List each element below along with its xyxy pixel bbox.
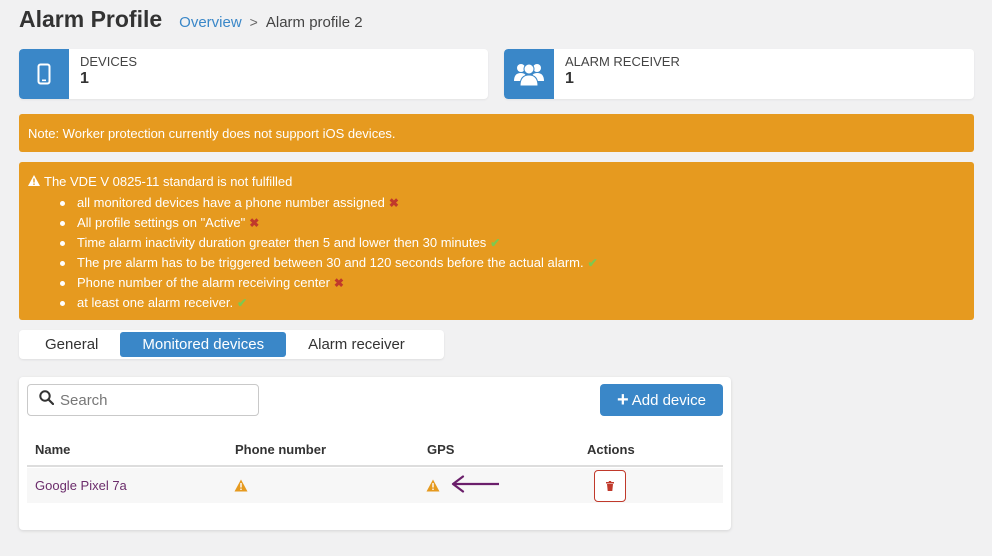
smartphone-icon bbox=[19, 49, 69, 99]
devices-stat-value: 1 bbox=[80, 70, 89, 87]
table-header: Name Phone number GPS Actions bbox=[27, 437, 723, 467]
fail-mark-icon: ✖ bbox=[333, 276, 344, 290]
requirement-item: Phone number of the alarm receiving cent… bbox=[54, 273, 965, 293]
warning-title: The VDE V 0825-11 standard is not fulfil… bbox=[44, 173, 293, 189]
column-header-gps[interactable]: GPS bbox=[427, 442, 454, 457]
breadcrumb-separator: > bbox=[249, 14, 258, 30]
requirement-list: all monitored devices have a phone numbe… bbox=[54, 193, 965, 313]
profile-tabs: General Monitored devices Alarm receiver bbox=[19, 330, 444, 359]
delete-device-button[interactable] bbox=[594, 470, 626, 502]
tab-monitored-devices[interactable]: Monitored devices bbox=[120, 332, 287, 357]
check-mark-icon: ✔ bbox=[237, 296, 248, 310]
column-header-actions: Actions bbox=[587, 442, 635, 457]
page-header: Alarm Profile Overview > Alarm profile 2 bbox=[19, 6, 363, 33]
table-row: Google Pixel 7a bbox=[27, 468, 723, 503]
tab-general[interactable]: General bbox=[23, 332, 120, 357]
requirement-item: The pre alarm has to be triggered betwee… bbox=[54, 253, 965, 273]
breadcrumb-current: Alarm profile 2 bbox=[265, 14, 363, 31]
plus-icon: + bbox=[617, 389, 629, 411]
annotation-arrow-icon bbox=[451, 475, 501, 498]
requirement-item: All profile settings on "Active" ✖ bbox=[54, 213, 965, 233]
add-device-button[interactable]: + Add device bbox=[600, 384, 723, 416]
alarm-receiver-stat-value: 1 bbox=[565, 70, 574, 87]
breadcrumb-overview-link[interactable]: Overview bbox=[179, 14, 242, 31]
alarm-receiver-stat-label: ALARM RECEIVER bbox=[565, 54, 680, 69]
devices-stat-label: DEVICES bbox=[80, 54, 138, 69]
add-device-label: Add device bbox=[631, 391, 706, 409]
trash-icon bbox=[606, 479, 614, 494]
requirement-item: at least one alarm receiver. ✔ bbox=[54, 293, 965, 313]
fail-mark-icon: ✖ bbox=[249, 216, 260, 230]
users-icon bbox=[504, 49, 554, 99]
warning-triangle-icon bbox=[28, 174, 40, 189]
search-input[interactable] bbox=[60, 391, 240, 409]
phone-warning-icon bbox=[234, 479, 248, 495]
search-box bbox=[27, 384, 259, 416]
gps-warning-icon bbox=[426, 479, 440, 495]
check-mark-icon: ✔ bbox=[490, 236, 501, 250]
device-name[interactable]: Google Pixel 7a bbox=[35, 478, 127, 493]
search-icon bbox=[39, 390, 55, 410]
ios-support-note: Note: Worker protection currently does n… bbox=[19, 114, 974, 152]
check-mark-icon: ✔ bbox=[587, 256, 598, 270]
column-header-name[interactable]: Name bbox=[35, 442, 70, 457]
requirement-item: Time alarm inactivity duration greater t… bbox=[54, 233, 965, 253]
tab-alarm-receiver[interactable]: Alarm receiver bbox=[286, 332, 427, 357]
vde-standard-warning: The VDE V 0825-11 standard is not fulfil… bbox=[19, 162, 974, 320]
requirement-item: all monitored devices have a phone numbe… bbox=[54, 193, 965, 213]
column-header-phone-number[interactable]: Phone number bbox=[235, 442, 326, 457]
page-title: Alarm Profile bbox=[19, 6, 163, 32]
devices-stat-card: DEVICES 1 bbox=[19, 49, 488, 99]
monitored-devices-panel: + Add device Name Phone number GPS Actio… bbox=[19, 377, 731, 530]
fail-mark-icon: ✖ bbox=[388, 196, 399, 210]
alarm-receiver-stat-card: ALARM RECEIVER 1 bbox=[504, 49, 974, 99]
